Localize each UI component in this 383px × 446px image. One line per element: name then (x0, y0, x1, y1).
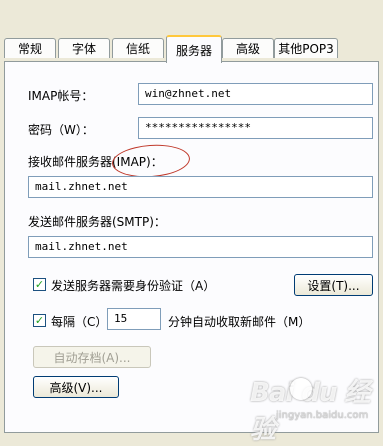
tab-advanced[interactable]: 高级 (222, 38, 274, 58)
paw-icon (290, 378, 312, 400)
tab-stationery[interactable]: 信纸 (112, 38, 164, 58)
watermark-logo: Bai du 经验 (250, 378, 371, 445)
tab-general[interactable]: 常规 (4, 38, 56, 58)
interval-checkbox[interactable]: ✓ (33, 314, 46, 327)
tab-other-pop3[interactable]: 其他POP3 (274, 38, 338, 58)
tab-server[interactable]: 服务器 (166, 35, 222, 63)
incoming-server-field[interactable]: mail.zhnet.net (28, 176, 373, 198)
interval-checkbox-label: 每隔（C） (51, 315, 108, 329)
tab-font[interactable]: 字体 (58, 38, 110, 58)
autoarchive-button[interactable]: 自动存档(A)... (33, 346, 151, 368)
outgoing-server-field[interactable]: mail.zhnet.net (28, 236, 373, 258)
auth-checkbox[interactable]: ✓ (33, 278, 46, 291)
settings-button[interactable]: 设置(T)... (294, 274, 373, 296)
interval-input[interactable]: 15 (107, 308, 161, 330)
password-label: 密码（W）： (28, 123, 94, 137)
tab-bar: 常规 字体 信纸 服务器 高级 其他POP3 (0, 0, 383, 63)
baidu-watermark: Bai du 经验 jingyan.baidu.com (250, 372, 382, 445)
outgoing-server-label: 发送邮件服务器(SMTP)： (28, 215, 166, 229)
imap-account-field[interactable]: win@zhnet.net (138, 83, 373, 105)
password-field[interactable]: **************** (138, 117, 373, 139)
auth-checkbox-label: 发送服务器需要身份验证（A） (51, 279, 216, 293)
advanced-button[interactable]: 高级(V)... (33, 376, 119, 398)
watermark-url: jingyan.baidu.com (276, 410, 369, 421)
imap-account-label: IMAP帐号： (28, 89, 94, 103)
interval-suffix-label: 分钟自动收取新邮件（M） (168, 315, 311, 329)
